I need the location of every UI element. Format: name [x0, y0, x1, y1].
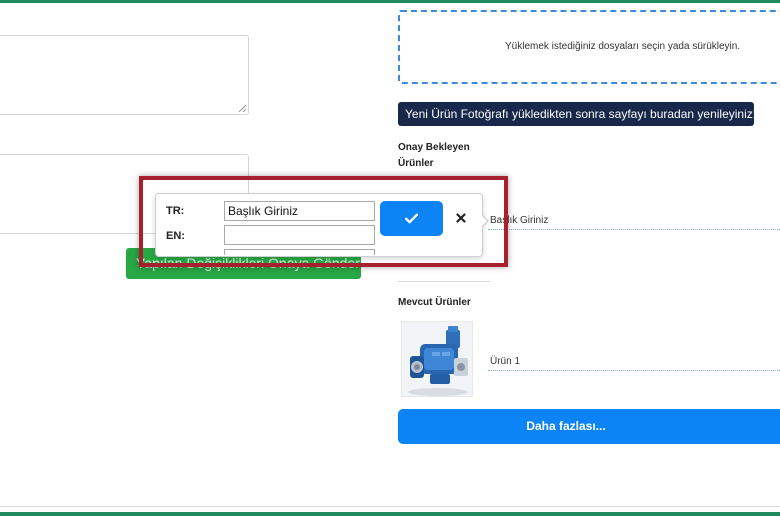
- product-underline: [488, 370, 780, 371]
- footer-divider: [0, 506, 780, 507]
- resize-grip-icon[interactable]: [239, 105, 246, 112]
- confirm-button[interactable]: [380, 201, 443, 236]
- tr-title-input[interactable]: [224, 201, 375, 221]
- load-more-button[interactable]: Daha fazlası...: [398, 409, 780, 444]
- cancel-button[interactable]: [450, 206, 472, 230]
- third-title-input[interactable]: [224, 249, 375, 255]
- section-divider: [398, 281, 490, 282]
- description-textarea[interactable]: [0, 35, 249, 115]
- pending-products-title: Onay Bekleyen Ürünler: [398, 142, 470, 169]
- file-upload-dropzone[interactable]: Yüklemek istediğiniz dosyaları seçin yad…: [398, 10, 780, 84]
- close-icon: [456, 213, 466, 223]
- en-label: EN:: [166, 230, 185, 242]
- product-thumbnail[interactable]: [401, 321, 473, 397]
- bottom-accent-bar: [0, 512, 780, 516]
- upload-hint: Yüklemek istediğiniz dosyaları seçin yad…: [505, 41, 741, 52]
- en-title-input[interactable]: [224, 225, 375, 245]
- refresh-page-button[interactable]: Yeni Ürün Fotoğrafı yükledikten sonra sa…: [398, 102, 754, 126]
- tr-label: TR:: [166, 205, 185, 217]
- existing-products-title: Mevcut Ürünler: [398, 297, 471, 308]
- popover-arrow-inner: [481, 215, 487, 227]
- check-icon: [405, 213, 418, 224]
- hydraulic-pump-image: [402, 322, 472, 396]
- top-accent-bar: [0, 0, 780, 3]
- product-name[interactable]: Ürün 1: [490, 356, 520, 367]
- pending-product-underline: [488, 229, 780, 230]
